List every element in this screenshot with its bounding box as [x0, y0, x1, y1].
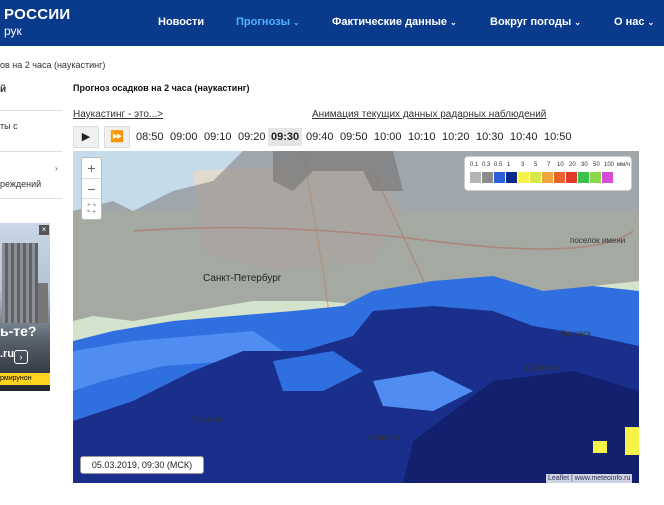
map-zoom-control: + − ⛶ [81, 157, 102, 220]
legend-label: 0.1 [470, 162, 479, 168]
nav-item-actual-data[interactable]: Фактические данные ⌄ [332, 16, 457, 28]
legend-label: 50 [593, 162, 600, 168]
legend-label: 10 [557, 162, 564, 168]
breadcrumb: ов на 2 часа (наукастинг) [0, 60, 106, 70]
ad-domain: .ru [0, 348, 15, 360]
time-step-0850[interactable]: 08:50 [136, 131, 164, 143]
sidebar-heading: й [0, 84, 7, 95]
map-label-kolpino: Колпино [368, 433, 400, 442]
sidebar-item-label[interactable]: ты с [0, 121, 18, 131]
sidebar-divider [0, 198, 62, 199]
ad-headline: ь-те? [0, 323, 37, 339]
legend-label: 7 [547, 162, 551, 168]
nav-item-about[interactable]: О нас ⌄ [614, 16, 654, 28]
time-step-1000[interactable]: 10:00 [374, 131, 402, 143]
ad-building-image [2, 243, 38, 323]
legend-unit: мм/ч [617, 162, 631, 168]
sidebar-divider [0, 151, 62, 152]
legend-swatch [506, 172, 517, 183]
main-nav: Новости Прогнозы ⌄ Фактические данные ⌄ Во… [0, 0, 664, 46]
legend-swatch [602, 172, 613, 183]
fast-forward-icon: ⏩ [110, 131, 124, 143]
time-step-1010[interactable]: 10:10 [408, 131, 436, 143]
legend-swatch [554, 172, 565, 183]
time-step-0950[interactable]: 09:50 [340, 131, 368, 143]
site-header: РОССИИ рук Новости Прогнозы ⌄ Фактические… [0, 0, 664, 46]
legend-label: 0.3 [482, 162, 491, 168]
time-step-1020[interactable]: 10:20 [442, 131, 470, 143]
legend-swatch [530, 172, 541, 183]
nav-item-around-weather[interactable]: Вокруг погоды ⌄ [490, 16, 581, 28]
radar-animation-link[interactable]: Анимация текущих данных радарных наблюде… [312, 109, 546, 120]
play-button[interactable]: ▶ [73, 126, 99, 148]
map-label-poselok: поселок имени [570, 236, 626, 245]
sidebar-divider [0, 110, 62, 111]
arrow-right-icon[interactable]: › [14, 350, 28, 364]
map-attribution[interactable]: Leaflet | www.meteoinfo.ru [546, 474, 633, 484]
map-label-spb: Санкт-Петербург [203, 273, 282, 284]
nav-item-forecasts[interactable]: Прогнозы ⌄ [236, 16, 300, 28]
ad-caption: рмирунон [0, 373, 50, 385]
map-timestamp: 05.03.2019, 09:30 (МСК) [80, 456, 204, 474]
legend-swatch [494, 172, 505, 183]
fullscreen-button[interactable]: ⛶ [82, 198, 101, 218]
sidebar-advertisement[interactable]: × ь-те? .ru › рмирунон [0, 223, 50, 391]
legend-label: 5 [534, 162, 538, 168]
map-label-dubrovka: Дубровка [525, 363, 561, 372]
radar-precip-yellow [625, 427, 639, 455]
legend-swatch [566, 172, 577, 183]
map-layers [73, 151, 639, 483]
nowcasting-info-link[interactable]: Наукастинг - это...> [73, 109, 163, 120]
chevron-right-icon[interactable]: › [55, 164, 58, 173]
time-step-0910[interactable]: 09:10 [204, 131, 232, 143]
chevron-down-icon: ⌄ [293, 18, 300, 27]
legend-swatch [470, 172, 481, 183]
chevron-down-icon: ⌄ [449, 18, 457, 27]
legend-label: 30 [581, 162, 588, 168]
legend-swatch [482, 172, 493, 183]
legend-label: 3 [521, 162, 525, 168]
time-step-1040[interactable]: 10:40 [510, 131, 538, 143]
time-step-1050[interactable]: 10:50 [544, 131, 572, 143]
legend-label: 20 [569, 162, 576, 168]
time-step-0940[interactable]: 09:40 [306, 131, 334, 143]
radar-precip-yellow [593, 441, 607, 453]
legend-label: 1 [507, 162, 511, 168]
nav-item-news[interactable]: Новости [158, 16, 204, 28]
legend-label: 0.5 [494, 162, 503, 168]
zoom-in-button[interactable]: + [82, 158, 101, 178]
page-title: Прогноз осадков на 2 часа (наукастинг) [73, 83, 250, 93]
time-step-1030[interactable]: 10:30 [476, 131, 504, 143]
legend-swatch [590, 172, 601, 183]
map-label-pushkin: Пушкин [193, 415, 222, 424]
precipitation-map[interactable]: Санкт-Петербург поселок имени Кировск Ду… [73, 151, 639, 483]
legend-label: 100 [604, 162, 615, 168]
sidebar-item-label[interactable]: реждений [0, 179, 41, 189]
time-step-0930[interactable]: 09:30 [268, 128, 303, 146]
time-step-0900[interactable]: 09:00 [170, 131, 198, 143]
chevron-down-icon: ⌄ [647, 18, 655, 27]
time-step-0920[interactable]: 09:20 [238, 131, 266, 143]
legend-swatch [578, 172, 589, 183]
play-icon: ▶ [81, 131, 91, 143]
map-label-kirovsk: Кировск [561, 329, 591, 338]
legend-swatch [518, 172, 529, 183]
legend-swatch [542, 172, 553, 183]
ad-building-image [38, 283, 48, 323]
precipitation-legend: 0.1 0.3 0.5 1 3 5 7 10 20 30 50 100 мм/ч [464, 156, 632, 191]
chevron-down-icon: ⌄ [574, 18, 581, 27]
fast-forward-button[interactable]: ⏩ [104, 126, 130, 148]
zoom-out-button[interactable]: − [82, 178, 101, 198]
close-icon[interactable]: × [39, 225, 49, 235]
